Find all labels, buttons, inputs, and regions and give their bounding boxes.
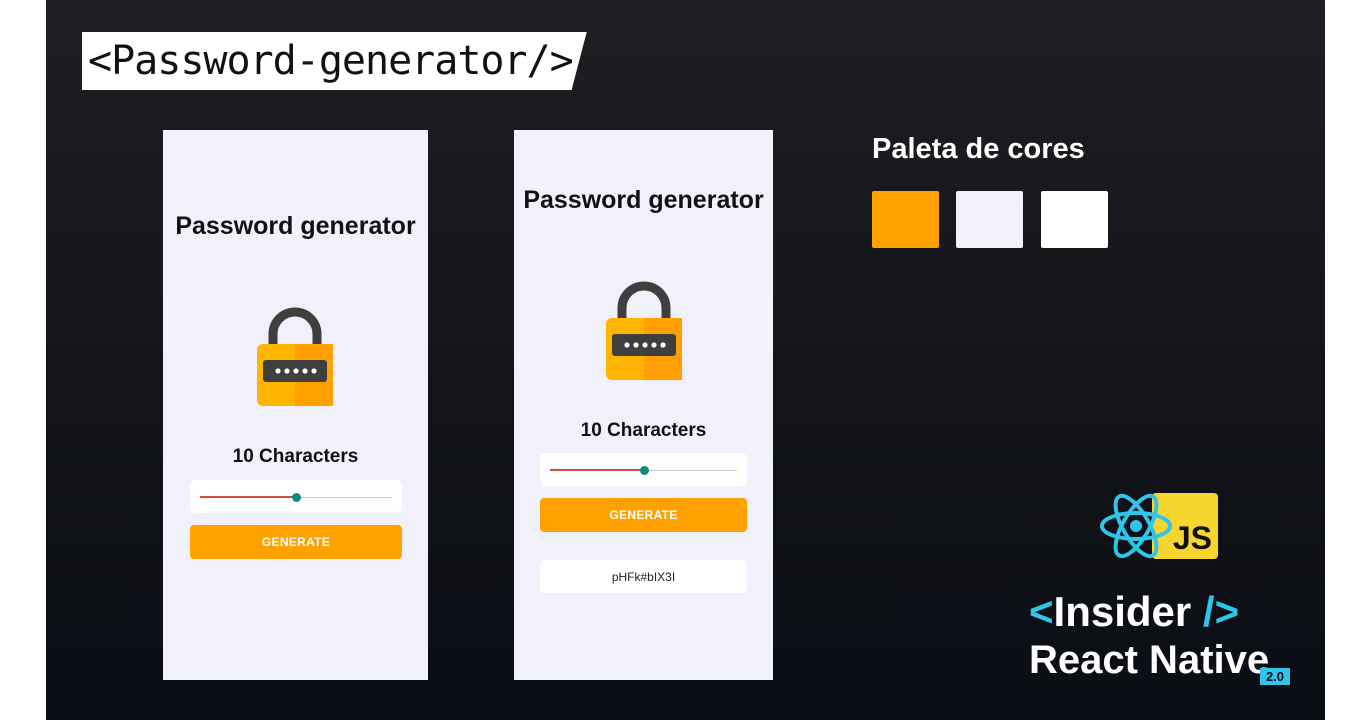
- generated-password-field[interactable]: pHFk#bIX3I: [540, 560, 747, 593]
- slide-background: <Password-generator/> Password generator…: [46, 0, 1325, 720]
- swatch-white: [1041, 191, 1108, 248]
- swatch-orange: [872, 191, 939, 248]
- length-slider-track[interactable]: [200, 492, 392, 502]
- generate-button[interactable]: GENERATE: [540, 498, 747, 532]
- length-slider-fill: [550, 469, 644, 471]
- generate-button[interactable]: GENERATE: [190, 525, 402, 559]
- slide-title-tag: <Password-generator/>: [82, 32, 587, 90]
- version-badge: 2.0: [1260, 668, 1290, 685]
- palette-title: Paleta de cores: [872, 133, 1085, 165]
- length-slider-container: [190, 480, 402, 513]
- length-label: 10 Characters: [232, 446, 359, 467]
- js-badge-text: JS: [1172, 520, 1212, 556]
- length-slider-thumb[interactable]: [292, 492, 301, 502]
- react-atom-icon: [1100, 493, 1172, 559]
- length-slider-fill: [200, 496, 296, 498]
- padlock-icon: [257, 307, 333, 406]
- length-label: 10 Characters: [580, 420, 707, 441]
- app-title: Password generator: [175, 212, 416, 240]
- swatch-lavender: [956, 191, 1023, 248]
- react-native-wordmark: React Native: [1029, 638, 1270, 682]
- insider-open-bracket: <: [1029, 588, 1054, 635]
- insider-wordmark: <Insider />: [1029, 588, 1239, 636]
- phone-mockup-1: Password generator 10 Characters GENERAT…: [163, 130, 428, 680]
- phone-mockup-2: Password generator 10 Characters GENERAT…: [514, 130, 773, 680]
- slide-title: <Password-generator/>: [88, 38, 574, 84]
- insider-word: Insider: [1053, 588, 1192, 635]
- length-slider-container: [540, 453, 747, 486]
- padlock-icon: [606, 281, 682, 380]
- app-title: Password generator: [523, 186, 764, 214]
- insider-close-bracket: />: [1202, 588, 1240, 635]
- length-slider-thumb[interactable]: [639, 465, 649, 475]
- length-slider-track[interactable]: [550, 465, 737, 475]
